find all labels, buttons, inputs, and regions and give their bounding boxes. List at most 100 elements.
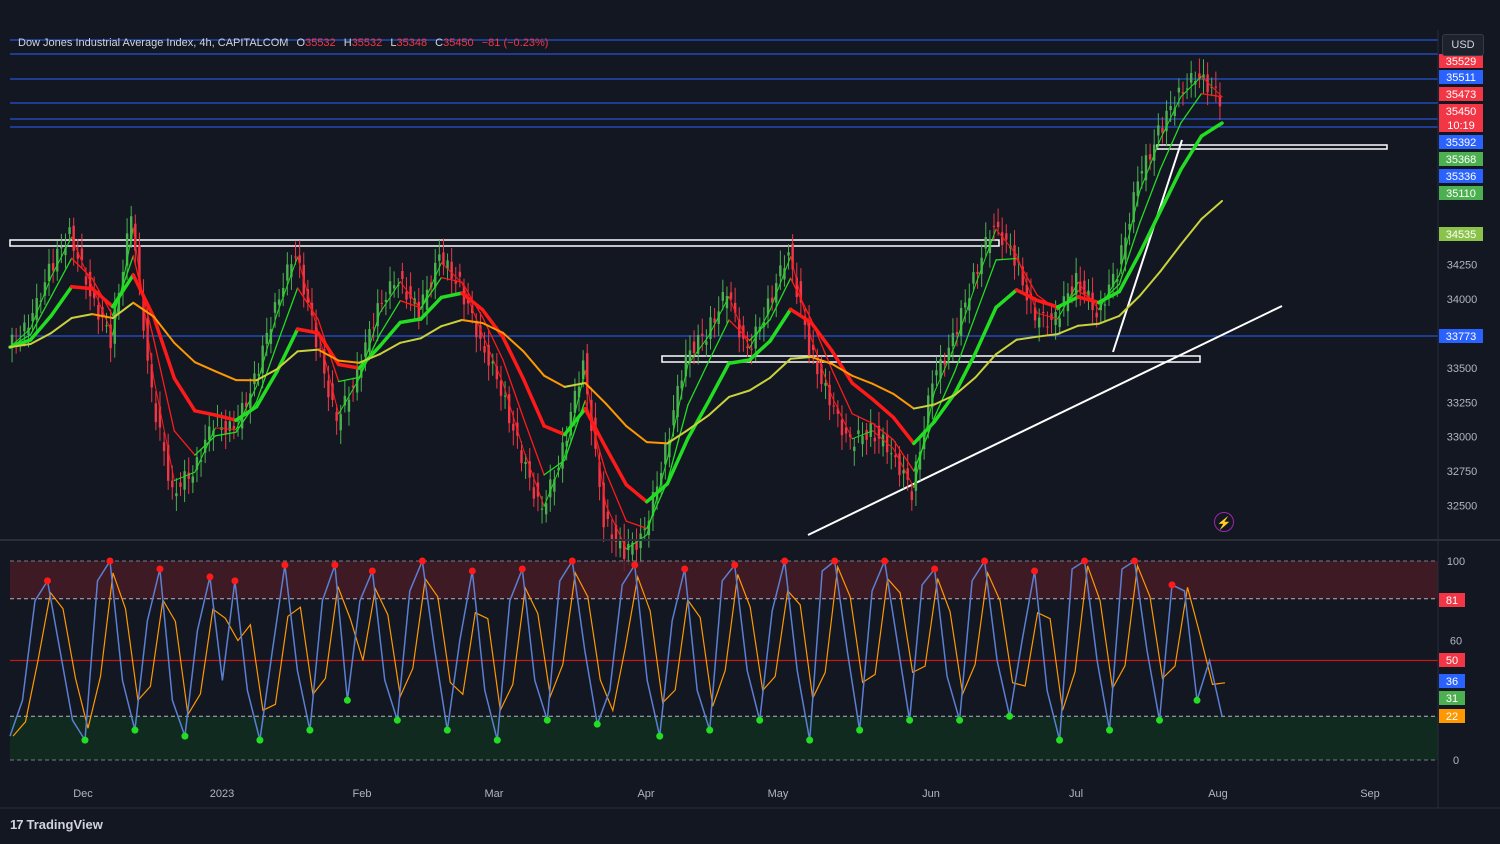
time-tick-label: Jul xyxy=(1069,788,1083,800)
candle-body xyxy=(392,285,396,289)
candle-body xyxy=(1103,304,1107,306)
buy-dot xyxy=(656,732,664,740)
candle-body xyxy=(187,472,190,479)
candle-body xyxy=(512,423,515,431)
candle-body xyxy=(972,272,975,284)
candle-body xyxy=(561,442,564,469)
sell-dot xyxy=(43,577,51,585)
symbol-legend: Dow Jones Industrial Average Index, 4h, … xyxy=(18,37,548,49)
candle-body xyxy=(746,346,749,349)
candle-body xyxy=(1136,181,1139,197)
candle-body xyxy=(175,493,178,497)
tradingview-brand[interactable]: 17 TradingView xyxy=(10,817,103,832)
change-value: −81 (−0.23%) xyxy=(481,37,549,49)
candle-body xyxy=(1042,312,1045,314)
candle-body xyxy=(524,461,527,465)
candle-body xyxy=(1058,318,1061,328)
candle-body xyxy=(976,271,979,274)
oscillator-tick-label: 0 xyxy=(1453,755,1459,767)
candle-body xyxy=(162,442,166,452)
candle-body xyxy=(458,271,462,277)
buy-dot xyxy=(756,716,764,724)
candle-body xyxy=(1037,317,1041,328)
oscillator-tick-label: 60 xyxy=(1450,636,1462,648)
oscillator-label-text: 50 xyxy=(1446,655,1458,667)
candle-body xyxy=(902,470,905,474)
sell-dot xyxy=(106,557,114,565)
candle-body xyxy=(532,487,536,499)
candle-body xyxy=(438,254,441,261)
candle-body xyxy=(840,419,844,436)
candle-body xyxy=(483,346,486,353)
candle-body xyxy=(35,298,38,320)
candle-body xyxy=(692,341,696,354)
candle-body xyxy=(68,227,71,235)
candle-body xyxy=(873,437,877,442)
candle-body xyxy=(72,225,75,251)
candle-body xyxy=(721,291,725,301)
candle-body xyxy=(80,248,84,261)
candle-body xyxy=(380,303,384,305)
buy-dot xyxy=(493,736,501,744)
candle-body xyxy=(664,442,667,465)
tradingview-logo-icon: 17 xyxy=(10,817,24,832)
candle-body xyxy=(179,482,182,487)
buy-dot xyxy=(443,726,451,734)
lightning-icon[interactable]: ⚡ xyxy=(1214,512,1234,532)
price-label-text: 35110 xyxy=(1446,188,1476,200)
candle-body xyxy=(1148,154,1152,160)
time-tick-label: Feb xyxy=(353,788,372,800)
candle-body xyxy=(894,455,897,458)
buy-dot xyxy=(1193,696,1201,704)
price-label-text: 10:19 xyxy=(1447,120,1475,132)
price-label-text: 35511 xyxy=(1446,72,1476,84)
candle-body xyxy=(232,425,236,429)
candle-body xyxy=(286,264,289,281)
chart-canvas[interactable]: 3250032750330003325033500340003425034750… xyxy=(0,0,1500,844)
time-tick-label: Jun xyxy=(922,788,940,800)
sell-dot xyxy=(231,577,239,585)
price-tick-label: 33000 xyxy=(1447,432,1478,444)
tradingview-name: TradingView xyxy=(26,817,103,832)
price-tick-label: 34000 xyxy=(1447,294,1478,306)
open-label: O xyxy=(296,37,306,49)
candle-body xyxy=(401,270,404,280)
price-label-text: 35368 xyxy=(1446,154,1477,166)
candle-body xyxy=(442,252,445,266)
candle-body xyxy=(1177,87,1181,93)
sell-dot xyxy=(731,561,739,569)
candle-body xyxy=(417,301,420,320)
candle-body xyxy=(943,360,946,365)
candle-body xyxy=(318,348,322,350)
candle-body xyxy=(1140,171,1144,174)
buy-dot xyxy=(1006,712,1014,720)
candle-body xyxy=(84,276,88,285)
candle-body xyxy=(709,317,712,340)
sell-dot xyxy=(331,561,339,569)
time-tick-label: Aug xyxy=(1208,788,1228,800)
candle-body xyxy=(31,313,34,321)
candle-body xyxy=(865,430,868,440)
candle-body xyxy=(51,263,55,271)
candle-body xyxy=(23,322,26,332)
buy-dot xyxy=(806,736,814,744)
buy-dot xyxy=(343,696,351,704)
sell-dot xyxy=(156,565,164,573)
buy-dot xyxy=(1106,726,1114,734)
ma-mid-segment xyxy=(69,284,94,291)
currency-button[interactable]: USD xyxy=(1442,34,1484,56)
price-label-text: 35392 xyxy=(1446,137,1477,149)
candle-body xyxy=(450,261,453,279)
overbought-zone xyxy=(10,561,1438,599)
candle-body xyxy=(1214,86,1218,88)
buy-dot xyxy=(856,726,864,734)
candle-body xyxy=(97,304,100,320)
price-label-text: 34535 xyxy=(1446,229,1477,241)
candle-body xyxy=(672,410,675,426)
price-label-text: 33773 xyxy=(1446,331,1477,343)
candle-body xyxy=(959,308,963,336)
price-tick-label: 33250 xyxy=(1447,397,1478,409)
candle-body xyxy=(1005,233,1008,240)
time-tick-label: Sep xyxy=(1360,788,1380,800)
high-label: H xyxy=(343,37,352,49)
